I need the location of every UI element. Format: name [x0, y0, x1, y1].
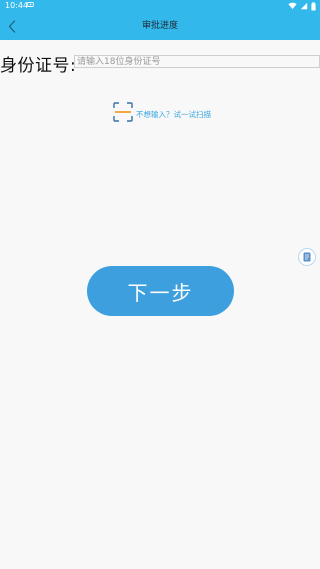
id-number-input[interactable] — [74, 55, 320, 68]
document-icon — [303, 252, 311, 262]
id-number-label: 身份证号: — [0, 56, 77, 76]
nav-bar: 审批进度 — [0, 13, 320, 40]
signal-icon — [300, 2, 308, 10]
scan-link-text: 不想输入？试一试扫描 — [136, 109, 211, 119]
status-time: 10:44 — [5, 1, 29, 10]
next-step-button[interactable]: 下一步 — [87, 266, 234, 316]
status-bar: 10:44 — [0, 0, 320, 13]
page-title: 审批进度 — [141, 21, 178, 31]
scan-frame-icon — [113, 102, 133, 126]
app-header: 10:44 审批进度 — [0, 0, 320, 40]
status-icons — [288, 1, 316, 11]
scan-link[interactable]: 不想输入？试一试扫描 — [113, 102, 211, 126]
wifi-icon — [288, 2, 297, 9]
battery-icon — [311, 1, 316, 10]
floating-document-button[interactable] — [298, 248, 316, 266]
notification-icon — [27, 1, 34, 10]
id-number-row: 身份证号: — [0, 54, 320, 78]
